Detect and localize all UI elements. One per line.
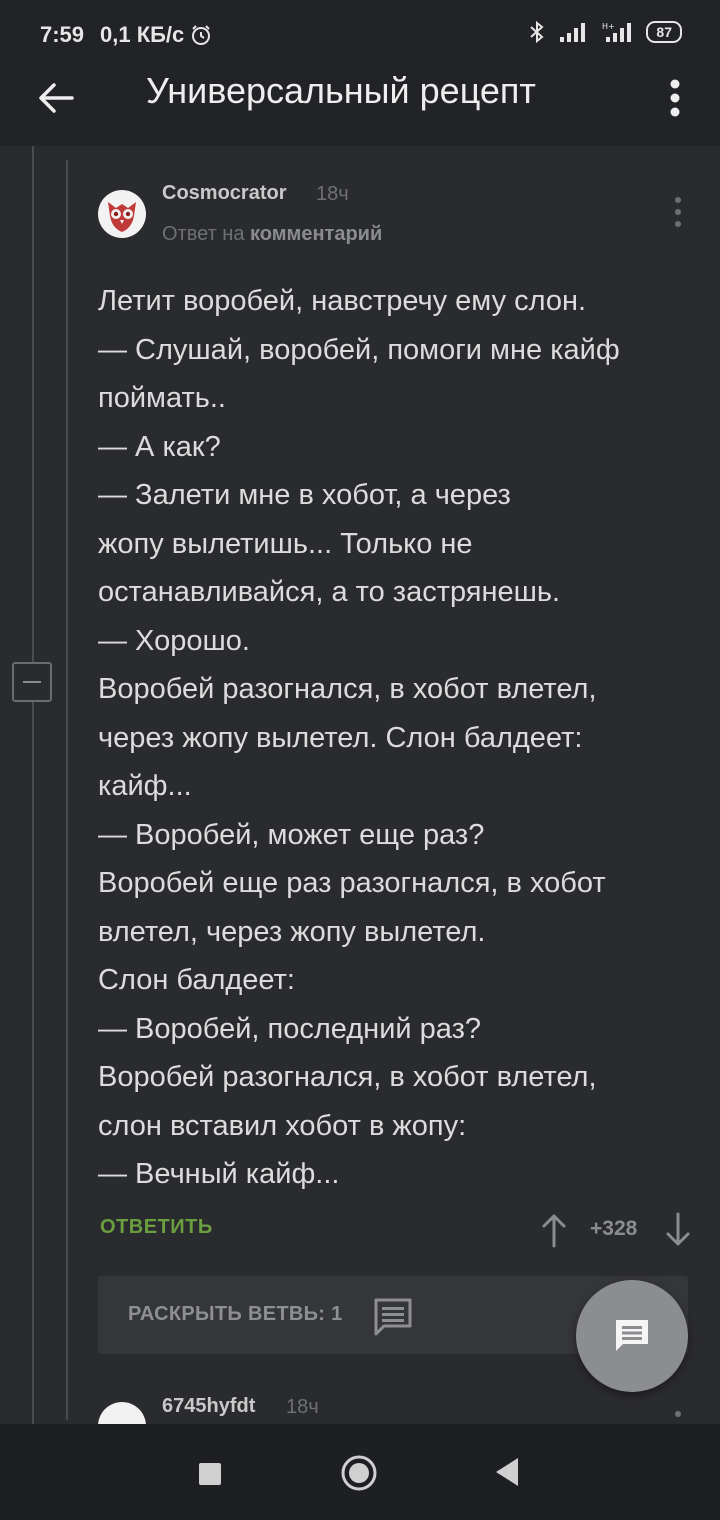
comment-line: — Залети мне в хобот, а через xyxy=(98,479,511,511)
more-vert-icon[interactable] xyxy=(660,72,690,124)
comment-author[interactable]: 6745hyfdt xyxy=(162,1395,255,1418)
comment-line: влетел, через жопу вылетел. xyxy=(98,915,486,948)
comment-line: жопу вылетишь... Только не xyxy=(98,527,473,560)
comment-more-icon[interactable] xyxy=(668,194,688,230)
comment-icon xyxy=(616,1320,648,1351)
home-icon[interactable] xyxy=(340,1454,378,1492)
reply-button[interactable]: ОТВЕТИТЬ xyxy=(100,1216,213,1239)
expand-branch-label: РАСКРЫТЬ ВЕТВЬ: 1 xyxy=(128,1303,343,1325)
thread-line-nested xyxy=(66,160,68,1420)
thread-line xyxy=(32,146,34,1426)
battery-indicator: 87 xyxy=(646,21,682,43)
reply-to-prefix: Ответ на xyxy=(162,223,245,245)
comment-line: слон вставил хобот в жопу: xyxy=(98,1109,467,1142)
comment-line: Воробей разогнался, в хобот влетел, xyxy=(98,1061,597,1093)
signal-hplus-icon: H+ xyxy=(602,22,632,42)
svg-text:H+: H+ xyxy=(602,22,615,31)
comment-line: — Воробей, может еще раз? xyxy=(98,818,485,851)
comment-line: кайф... xyxy=(98,770,192,802)
nav-back-icon[interactable] xyxy=(494,1456,520,1488)
downvote-arrow-icon[interactable] xyxy=(664,1212,692,1248)
comment-line: — Воробей, последний раз? xyxy=(98,1012,482,1045)
signal-icon xyxy=(560,23,586,42)
status-icons: H+ 87 xyxy=(528,20,682,44)
status-network-speed: 0,1 КБ/с xyxy=(100,22,185,47)
comment-line: Летит воробей, навстречу ему слон. xyxy=(98,285,587,317)
comment-line: останавливайся, а то застрянешь. xyxy=(98,576,561,608)
system-nav-bar xyxy=(0,1424,720,1520)
avatar[interactable] xyxy=(98,190,146,238)
bluetooth-icon xyxy=(530,20,544,44)
back-arrow-icon[interactable] xyxy=(30,72,82,124)
comment-line: Слон балдеет: xyxy=(98,964,295,996)
comment-line: Воробей разогнался, в хобот влетел, xyxy=(98,673,597,705)
comment-body: Летит воробей, навстречу ему слон. — Слу… xyxy=(98,277,678,1199)
alarm-icon xyxy=(192,25,210,45)
comment-time: 18ч xyxy=(286,1396,319,1418)
comment-line: — Слушай, воробей, помоги мне кайф xyxy=(98,333,620,366)
status-time: 7:59 xyxy=(40,22,85,47)
upvote-arrow-icon[interactable] xyxy=(540,1212,568,1248)
new-comment-fab[interactable] xyxy=(576,1280,688,1392)
comment-line: через жопу вылетел. Слон балдеет: xyxy=(98,721,583,754)
comment-line: — А как? xyxy=(98,430,221,463)
owl-avatar-icon xyxy=(108,202,136,232)
recent-apps-icon[interactable] xyxy=(199,1463,221,1485)
comment-time: 18ч xyxy=(316,183,349,205)
comment-line: поймать.. xyxy=(98,382,226,414)
collapse-thread-button[interactable] xyxy=(12,662,52,702)
page-title: Универсальный рецепт xyxy=(146,70,536,111)
reply-to-link[interactable]: комментарий xyxy=(250,223,382,245)
reply-to-line: Ответ на комментарий xyxy=(162,223,382,246)
comment-line: — Вечный кайф... xyxy=(98,1158,340,1190)
comment-line: Воробей еще раз разогнался, в хобот xyxy=(98,867,606,899)
comment-rating: +328 xyxy=(590,1217,638,1240)
app-bar: Универсальный рецепт xyxy=(0,50,720,146)
comment-bubble-icon xyxy=(374,1298,412,1336)
comment-author[interactable]: Cosmocrator xyxy=(162,182,286,205)
comment-line: — Хорошо. xyxy=(98,624,250,657)
